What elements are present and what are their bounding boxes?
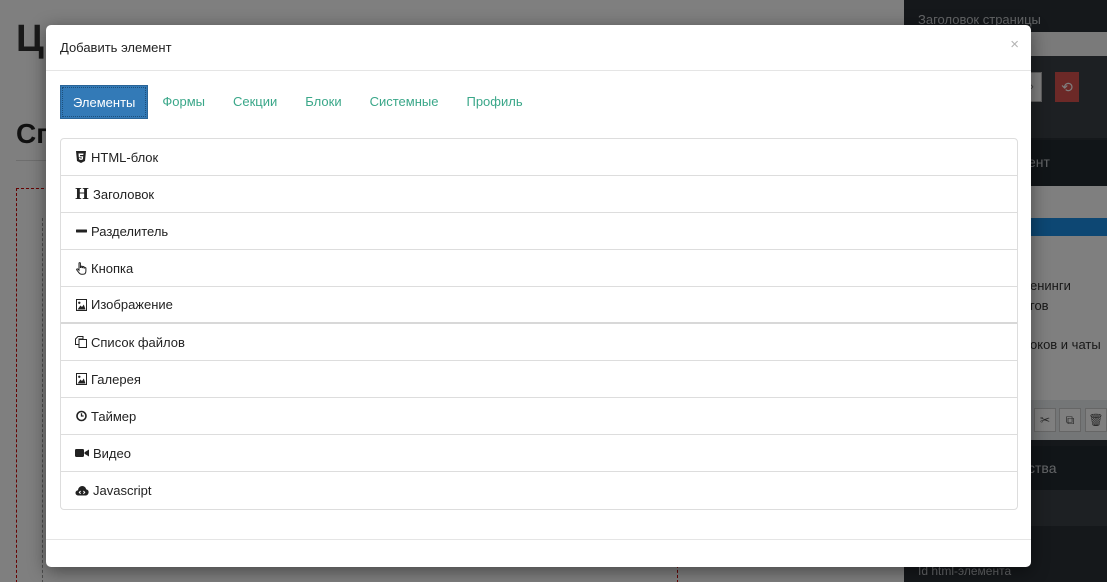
list-item-label: HTML-блок bbox=[91, 149, 159, 165]
list-item-label: Таймер bbox=[91, 408, 137, 424]
add-element-modal: Добавить элемент × Элементы Формы Секции… bbox=[46, 25, 1031, 567]
list-item-image[interactable]: Изображение bbox=[61, 287, 1017, 324]
list-item-divider[interactable]: Разделитель bbox=[61, 213, 1017, 250]
modal-header: Добавить элемент × bbox=[46, 25, 1031, 71]
list-item-heading[interactable]: H Заголовок bbox=[61, 176, 1017, 213]
copy-files-icon bbox=[75, 336, 87, 349]
tab-profile[interactable]: Профиль bbox=[452, 85, 536, 119]
list-item-button[interactable]: Кнопка bbox=[61, 250, 1017, 287]
element-type-tabs: Элементы Формы Секции Блоки Системные Пр… bbox=[60, 85, 537, 119]
tab-elements[interactable]: Элементы bbox=[60, 85, 149, 119]
list-item-label: Галерея bbox=[91, 371, 141, 387]
hand-pointer-icon bbox=[75, 261, 87, 275]
list-item-label: Разделитель bbox=[91, 223, 169, 239]
cloud-code-icon bbox=[75, 484, 89, 497]
list-item-video[interactable]: Видео bbox=[61, 435, 1017, 472]
list-item-label: Видео bbox=[93, 445, 131, 461]
tab-sections[interactable]: Секции bbox=[219, 85, 291, 119]
minus-icon bbox=[75, 225, 87, 238]
list-item-timer[interactable]: Таймер bbox=[61, 398, 1017, 435]
list-item-file-list[interactable]: Список файлов bbox=[61, 324, 1017, 361]
list-item-label: Javascript bbox=[93, 483, 152, 498]
list-item-javascript[interactable]: Javascript bbox=[61, 472, 1017, 509]
list-item-html-block[interactable]: HTML-блок bbox=[61, 139, 1017, 176]
list-item-label: Кнопка bbox=[91, 260, 134, 276]
elements-list: HTML-блок H Заголовок Разделитель Кнопка… bbox=[60, 138, 1018, 510]
video-camera-icon bbox=[75, 447, 89, 460]
list-item-label: Список файлов bbox=[91, 334, 185, 350]
list-item-label: Заголовок bbox=[93, 186, 155, 202]
image-icon bbox=[75, 373, 87, 386]
image-icon bbox=[75, 298, 87, 311]
list-item-label: Изображение bbox=[91, 297, 173, 312]
html5-icon bbox=[75, 151, 87, 164]
close-icon[interactable]: × bbox=[1010, 36, 1019, 53]
clock-icon bbox=[75, 410, 87, 423]
heading-icon: H bbox=[74, 185, 90, 203]
modal-footer-divider bbox=[46, 539, 1031, 540]
tab-blocks[interactable]: Блоки bbox=[291, 85, 355, 119]
list-item-gallery[interactable]: Галерея bbox=[61, 361, 1017, 398]
modal-title: Добавить элемент bbox=[60, 40, 172, 55]
tab-forms[interactable]: Формы bbox=[148, 85, 219, 119]
tab-system[interactable]: Системные bbox=[356, 85, 453, 119]
